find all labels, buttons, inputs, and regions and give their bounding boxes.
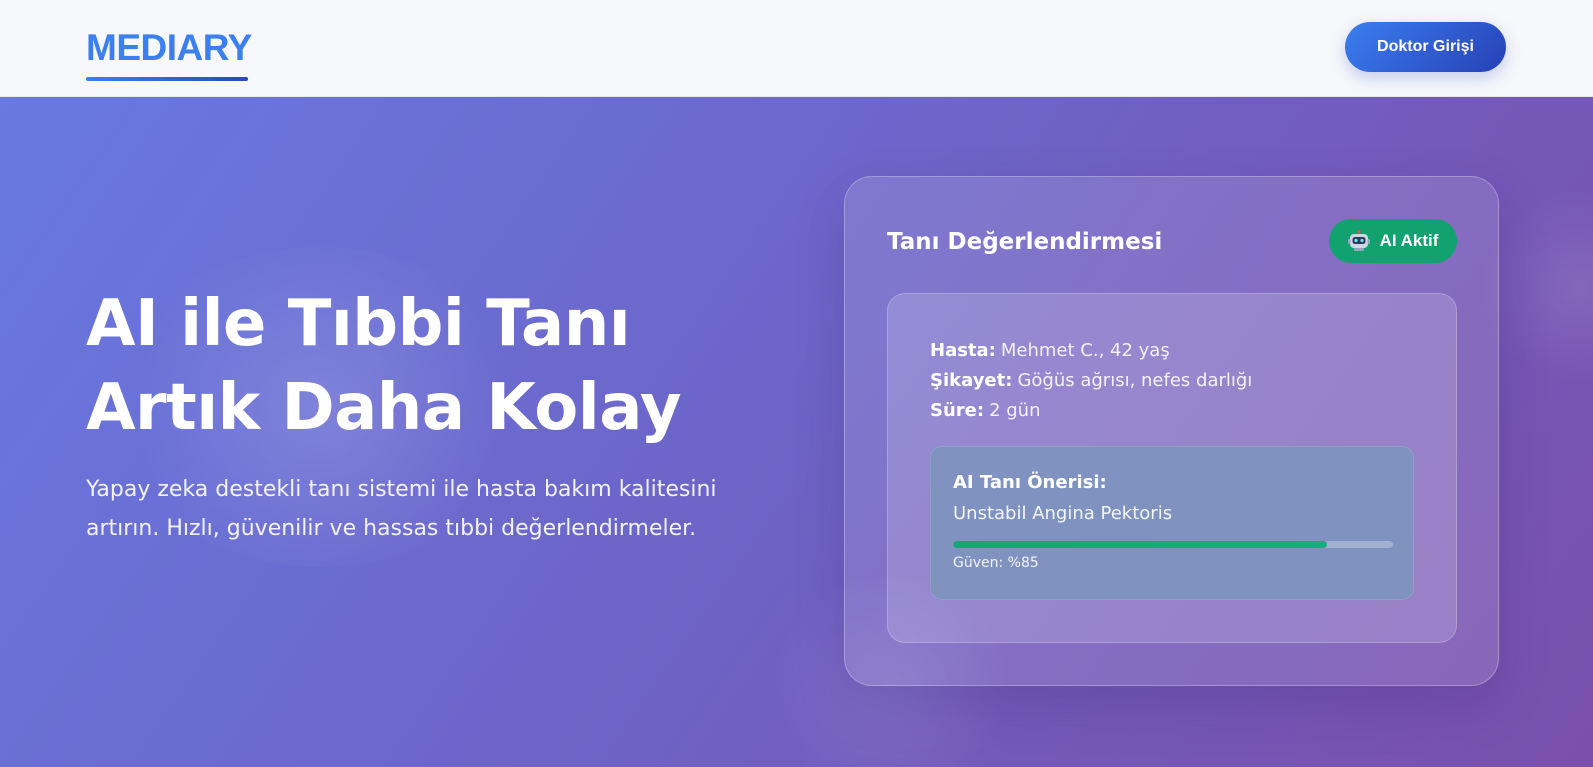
patient-info-box: Hasta: Mehmet C., 42 yaş Şikayet: Göğüs ağ… bbox=[887, 293, 1457, 643]
confidence-text: Güven: %85 bbox=[953, 555, 1039, 571]
patient-complaint-value: Göğüs ağrısı, nefes darlığı bbox=[1017, 370, 1253, 391]
patient-duration-value: 2 gün bbox=[989, 400, 1041, 421]
doctor-login-button[interactable]: Doktor Girişi bbox=[1345, 22, 1506, 72]
logo[interactable]: MEDIARY bbox=[86, 24, 252, 72]
patient-duration-label: Süre: bbox=[930, 400, 985, 421]
patient-complaint-label: Şikayet: bbox=[930, 370, 1013, 391]
hero-section: AI ile Tıbbi Tanı Artık Daha Kolay Yapay… bbox=[0, 97, 1593, 767]
patient-name-row: Hasta: Mehmet C., 42 yaş bbox=[930, 336, 1170, 366]
diagnosis-value: Unstabil Angina Pektoris bbox=[953, 503, 1173, 524]
robot-icon bbox=[1347, 229, 1370, 252]
logo-underline bbox=[86, 77, 248, 81]
ai-diagnosis-box: AI Tanı Önerisi: Unstabil Angina Pektori… bbox=[930, 446, 1414, 600]
diagnosis-label: AI Tanı Önerisi: bbox=[953, 472, 1107, 493]
confidence-bar bbox=[953, 541, 1393, 548]
patient-name-value: Mehmet C., 42 yaş bbox=[1000, 340, 1170, 361]
card-title: Tanı Değerlendirmesi bbox=[887, 229, 1163, 255]
hero-title: AI ile Tıbbi Tanı Artık Daha Kolay bbox=[86, 282, 766, 450]
badge-label: AI Aktif bbox=[1379, 231, 1439, 250]
navbar: MEDIARY Doktor Girişi bbox=[0, 0, 1593, 97]
patient-duration-row: Süre: 2 gün bbox=[930, 396, 1040, 426]
patient-complaint-row: Şikayet: Göğüs ağrısı, nefes darlığı bbox=[930, 366, 1252, 396]
diagnosis-card: Tanı Değerlendirmesi AI Aktif Hasta: Meh… bbox=[844, 176, 1499, 686]
hero-title-line: AI ile Tıbbi Tanı bbox=[86, 287, 631, 361]
hero-title-line: Artık Daha Kolay bbox=[86, 371, 682, 445]
hero-subtitle: Yapay zeka destekli tanı sistemi ile has… bbox=[86, 477, 717, 541]
patient-name-label: Hasta: bbox=[930, 340, 996, 361]
ai-active-badge: AI Aktif bbox=[1329, 219, 1457, 263]
confidence-bar-fill bbox=[953, 541, 1327, 548]
